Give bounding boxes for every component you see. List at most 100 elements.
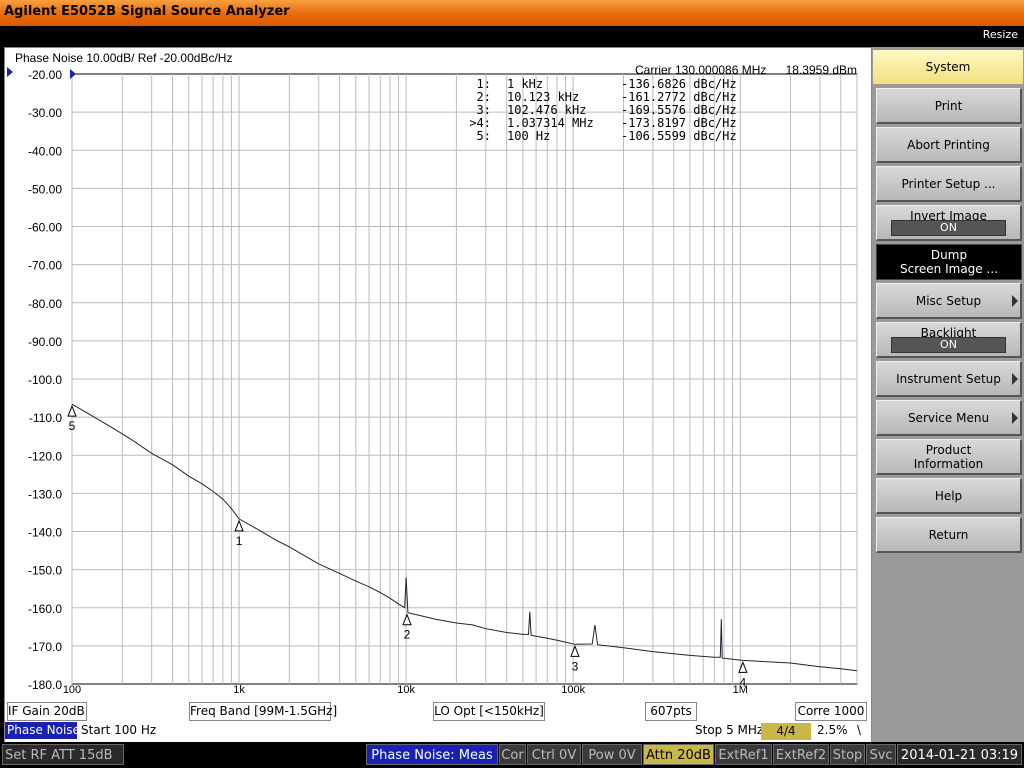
- softkey-label: Return: [928, 528, 969, 542]
- x-tick-label: 100: [63, 684, 81, 696]
- marker-table-value: -169.5576 dBc/Hz: [621, 103, 737, 117]
- measurement-screen: -20.00 -30.00 -40.00 -50.00 -60.00 -70.00 -80.…: [4, 47, 872, 744]
- extref1-indicator: ExtRef1: [715, 744, 772, 765]
- softkey-value: ON: [891, 220, 1006, 236]
- y-tick-label: -160.0: [28, 602, 62, 616]
- softkey-label: Misc Setup: [915, 294, 982, 308]
- marker-table-value: -136.6826 dBc/Hz: [621, 77, 737, 91]
- y-tick-label: -20.00: [28, 68, 62, 82]
- y-tick-label: -120.0: [28, 449, 62, 463]
- softkey-label: Service Menu: [907, 411, 990, 425]
- softkey-label: Print: [934, 99, 963, 113]
- window-title: Agilent E5052B Signal Source Analyzer: [4, 4, 290, 19]
- pow-indicator: Pow 0V: [582, 744, 642, 765]
- marker-table-value: -173.8197 dBc/Hz: [621, 116, 737, 130]
- lo-opt-status[interactable]: LO Opt [<150kHz]: [433, 702, 545, 721]
- softkey-label: Help: [934, 489, 963, 503]
- softkey-product[interactable]: Product Information: [876, 439, 1022, 475]
- softkey-label: Printer Setup ...: [901, 177, 996, 191]
- trace-title: Phase Noise 10.00dB/ Ref -20.00dBc/Hz: [15, 51, 232, 65]
- softkey-invert-image[interactable]: Invert Image ON: [876, 205, 1022, 241]
- softkey-print[interactable]: Print: [876, 88, 1022, 124]
- x-tick-label: 100k: [561, 684, 585, 696]
- freq-band-status[interactable]: Freq Band [99M-1.5GHz]: [189, 702, 337, 721]
- marker-table-number: >4:: [469, 116, 491, 130]
- stop-indicator: Stop: [830, 744, 865, 765]
- measurement-mode[interactable]: Phase Noise: [5, 722, 80, 739]
- x-tick-label: 1k: [233, 684, 245, 696]
- submenu-arrow-icon: [1012, 295, 1018, 307]
- marker-4-label: 4: [740, 675, 747, 689]
- resize-button[interactable]: Resize: [983, 28, 1018, 41]
- y-tick-label: -80.00: [28, 297, 62, 311]
- cor-indicator: Cor: [499, 744, 526, 765]
- softkey-label: Instrument Setup: [896, 372, 1001, 386]
- y-tick-label: -40.00: [28, 144, 62, 158]
- menu-bar: Resize: [0, 26, 1024, 46]
- softkey-label: Abort Printing: [907, 138, 990, 152]
- marker-table-number: 1:: [477, 77, 491, 91]
- marker-table-number: 2:: [477, 90, 491, 104]
- y-tick-label: -110.0: [29, 411, 62, 425]
- marker-table-frequency: 1 kHz: [507, 77, 543, 91]
- marker-table-frequency: 10.123 kHz: [507, 90, 579, 104]
- y-tick-label: -170.0: [28, 640, 62, 654]
- softkey-misc-setup[interactable]: Misc Setup: [876, 283, 1022, 319]
- marker-table-frequency: 1.037314 MHz: [507, 116, 594, 130]
- marker-1-label: 1: [236, 534, 243, 548]
- submenu-arrow-icon: [1012, 412, 1018, 424]
- softkey-help[interactable]: Help: [876, 478, 1022, 514]
- softkey-return[interactable]: Return: [876, 517, 1022, 553]
- status-message: Set RF ATT 15dB: [2, 744, 124, 765]
- softkey-backlight[interactable]: Backlight ON: [876, 322, 1022, 358]
- svc-indicator: Svc: [866, 744, 896, 765]
- trace-active-icon: [7, 67, 13, 77]
- carrier-power: 18.3959 dBm: [786, 63, 857, 77]
- sweep-progress: 4/4: [761, 723, 811, 740]
- if-gain-status[interactable]: IF Gain 20dB: [7, 702, 87, 721]
- y-tick-label: -180.0: [28, 678, 62, 692]
- softkey-system[interactable]: System: [872, 49, 1024, 85]
- date-time: 2014-01-21 03:19: [897, 744, 1022, 765]
- y-tick-label: -150.0: [28, 564, 62, 578]
- softkey-menu: System Print Abort Printing Printer Setup .…: [872, 47, 1024, 742]
- instrument-status-bar: Set RF ATT 15dB Phase Noise: Meas Cor Ct…: [0, 742, 1024, 768]
- y-tick-label: -30.00: [28, 106, 62, 120]
- marker-table-number: 3:: [477, 103, 491, 117]
- y-tick-label: -100.0: [28, 373, 62, 387]
- x-tick-label: 10k: [397, 684, 415, 696]
- marker-3-label: 3: [572, 659, 579, 673]
- points-status[interactable]: 607pts: [645, 702, 697, 721]
- marker-2-label: 2: [404, 628, 411, 642]
- marker-table-value: -161.2772 dBc/Hz: [621, 90, 737, 104]
- softkey-label: Product: [925, 443, 972, 457]
- ctrl-indicator: Ctrl 0V: [527, 744, 581, 765]
- extref2-indicator: ExtRef2: [773, 744, 829, 765]
- start-frequency[interactable]: Start 100 Hz: [81, 722, 156, 739]
- softkey-value: ON: [891, 337, 1006, 353]
- attn-indicator: Attn 20dB: [643, 744, 714, 765]
- softkey-label-line2: Information: [913, 457, 984, 471]
- softkey-printer-setup[interactable]: Printer Setup ...: [876, 166, 1022, 202]
- marker-table-frequency: 102.476 kHz: [507, 103, 586, 117]
- submenu-arrow-icon: [1012, 373, 1018, 385]
- marker-5-label: 5: [69, 419, 76, 433]
- softkey-service-menu[interactable]: Service Menu: [876, 400, 1022, 436]
- softkey-abort-printing[interactable]: Abort Printing: [876, 127, 1022, 163]
- corre-status[interactable]: Corre 1000: [795, 702, 867, 721]
- y-tick-label: -90.00: [28, 335, 62, 349]
- y-tick-label: -130.0: [28, 487, 62, 501]
- y-tick-label: -140.0: [28, 526, 62, 540]
- marker-table-frequency: 100 Hz: [507, 129, 550, 143]
- softkey-label: Dump: [930, 248, 968, 262]
- softkey-dump[interactable]: Dump Screen Image ...: [876, 244, 1022, 280]
- phase-noise-chart: -20.00 -30.00 -40.00 -50.00 -60.00 -70.00 -80.…: [7, 51, 858, 696]
- stop-frequency[interactable]: Stop 5 MHz: [695, 722, 763, 739]
- y-tick-label: -60.00: [28, 221, 62, 235]
- y-tick-label: -50.00: [28, 182, 62, 196]
- softkey-label: System: [925, 60, 971, 74]
- marker-table-value: -106.5599 dBc/Hz: [621, 129, 737, 143]
- sweep-percent: 2.5%: [817, 723, 848, 737]
- y-tick-label: -70.00: [28, 259, 62, 273]
- softkey-instrument-setup[interactable]: Instrument Setup: [876, 361, 1022, 397]
